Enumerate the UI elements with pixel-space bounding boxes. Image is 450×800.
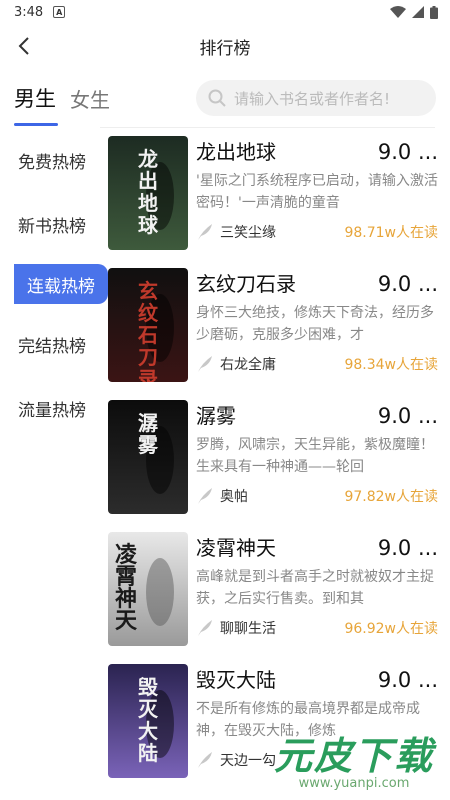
svg-text:出: 出 [138, 169, 158, 193]
sidebar-item-new[interactable]: 新书热榜 [0, 192, 104, 256]
tab-female[interactable]: 女生 [70, 84, 110, 113]
book-readers: 98.34w人在读 [344, 357, 438, 373]
book-cover: 龙出地球 [108, 136, 188, 250]
svg-text:地: 地 [138, 191, 158, 215]
book-item[interactable]: 玄纹石刀录 玄纹刀石录 9.0 ... 身怀三大绝技，修炼天下奇法，经历多少磨砺… [108, 268, 438, 400]
book-author: 右龙全庸 [220, 357, 276, 373]
svg-text:龙: 龙 [138, 147, 158, 171]
svg-text:天: 天 [115, 608, 138, 634]
search-placeholder: 请输入书名或者作者名! [234, 89, 391, 108]
page-title: 排行榜 [199, 38, 251, 59]
tab-male[interactable]: 男生 [14, 83, 56, 113]
book-score: 9.0 ... [377, 404, 438, 428]
book-title: 潺雾 [196, 404, 236, 428]
sidebar-item-traffic[interactable]: 流量热榜 [0, 376, 104, 440]
book-cover: 玄纹石刀录 [108, 268, 188, 382]
svg-text:大: 大 [138, 719, 158, 743]
book-score: 9.0 ... [377, 668, 438, 692]
book-item[interactable]: 潺雾 潺雾 9.0 ... 罗腾，风啸宗，天生异能，紫极魔瞳！生来具有一种神通—… [108, 400, 438, 532]
back-button[interactable] [8, 30, 40, 62]
book-cover: 凌霄神天 [108, 532, 188, 646]
battery-icon [430, 5, 438, 19]
status-bar: 3:48 A [0, 0, 450, 24]
book-list: 龙出地球 龙出地球 9.0 ... '星际之门系统程序已启动，请输入激活密码！'… [108, 136, 438, 796]
book-author: 三笑尘缘 [220, 225, 276, 241]
book-description: 罗腾，风啸宗，天生异能，紫极魔瞳！生来具有一种神通——轮回 [196, 437, 434, 475]
book-score: 9.0 ... [377, 140, 438, 164]
book-author: 奥帕 [220, 489, 248, 505]
search-icon [208, 89, 226, 107]
book-score: 9.0 ... [377, 536, 438, 560]
book-description: '星际之门系统程序已启动，请输入激活密码！'一声清脆的童音 [196, 173, 438, 211]
book-cover: 毁灭大陆 [108, 664, 188, 778]
divider [100, 127, 435, 128]
book-cover: 潺雾 [108, 400, 188, 514]
svg-text:陆: 陆 [138, 741, 158, 765]
book-title: 毁灭大陆 [196, 668, 276, 692]
book-item[interactable]: 凌霄神天 凌霄神天 9.0 ... 高峰就是到斗者高手之时就被奴才主捉获，之后实… [108, 532, 438, 664]
book-author: 聊聊生活 [220, 621, 276, 637]
svg-text:毁: 毁 [138, 675, 159, 699]
svg-text:纹: 纹 [138, 301, 159, 325]
active-tab-indicator [14, 123, 58, 126]
book-description: 身怀三大绝技，修炼天下奇法，经历多少磨砺，克服多少困难，才 [196, 305, 434, 343]
gender-tab-row: 男生 女生 请输入书名或者作者名! [0, 68, 450, 128]
book-item[interactable]: 龙出地球 龙出地球 9.0 ... '星际之门系统程序已启动，请输入激活密码！'… [108, 136, 438, 268]
svg-text:潺: 潺 [138, 411, 158, 435]
book-title: 凌霄神天 [196, 536, 276, 560]
quill-icon [198, 488, 212, 504]
svg-text:刀: 刀 [138, 345, 158, 369]
sidebar-item-completed[interactable]: 完结热榜 [0, 312, 104, 376]
svg-text:录: 录 [138, 367, 158, 382]
book-readers: 97.82w人在读 [344, 489, 438, 505]
svg-text:石: 石 [137, 323, 158, 347]
wifi-icon [390, 6, 406, 18]
svg-text:球: 球 [138, 213, 159, 237]
watermark-logo: 元皮下载 www.yuanpi.com [262, 720, 446, 796]
quill-icon [198, 356, 212, 372]
signal-icon [412, 6, 424, 18]
watermark-text: 元皮下载 [273, 734, 434, 778]
chevron-left-icon [18, 37, 29, 55]
header: 排行榜 [0, 24, 450, 68]
book-score: 9.0 ... [377, 272, 438, 296]
svg-text:灭: 灭 [138, 697, 159, 721]
quill-icon [198, 752, 212, 768]
notification-icon: A [53, 6, 66, 18]
quill-icon [198, 620, 212, 636]
sidebar-item-free[interactable]: 免费热榜 [0, 128, 104, 192]
watermark-url: www.yuanpi.com [298, 776, 410, 791]
book-title: 玄纹刀石录 [196, 272, 296, 296]
sidebar-item-serial[interactable]: 连载热榜 [14, 264, 108, 304]
svg-text:雾: 雾 [138, 433, 159, 457]
search-input[interactable]: 请输入书名或者作者名! [196, 80, 436, 116]
svg-text:玄: 玄 [138, 279, 158, 303]
book-description: 高峰就是到斗者高手之时就被奴才主捉获，之后实行售卖。到和其 [196, 569, 434, 607]
status-time: 3:48 [14, 4, 44, 20]
quill-icon [198, 224, 212, 240]
rank-sidebar: 免费热榜 新书热榜 连载热榜 完结热榜 流量热榜 [0, 128, 108, 440]
book-title: 龙出地球 [196, 140, 276, 164]
book-readers: 96.92w人在读 [344, 621, 438, 637]
book-readers: 98.71w人在读 [344, 225, 438, 241]
